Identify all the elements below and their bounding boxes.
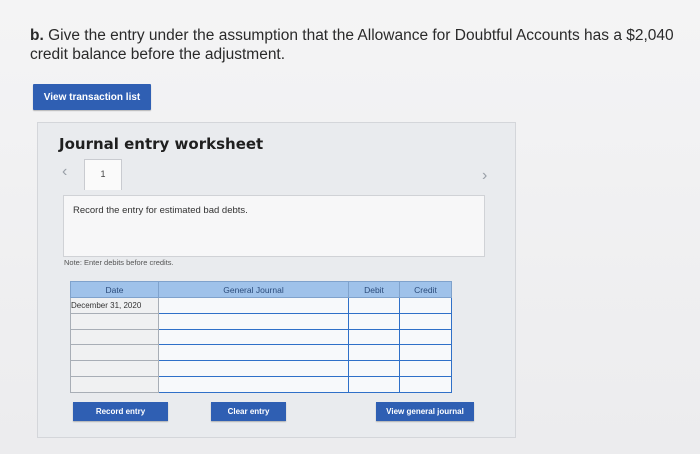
chevron-right-icon[interactable]: ›	[482, 167, 496, 185]
table-row	[70, 328, 452, 346]
account-input[interactable]	[158, 328, 349, 346]
question-text: b. Give the entry under the assumption t…	[30, 26, 685, 64]
account-input[interactable]	[158, 344, 349, 362]
table-row	[70, 312, 452, 330]
record-entry-button[interactable]: Record entry	[73, 402, 168, 421]
date-cell	[70, 376, 159, 393]
question-body: Give the entry under the assumption that…	[30, 27, 674, 63]
account-input[interactable]	[158, 297, 349, 314]
debit-input[interactable]	[348, 328, 400, 346]
credit-input[interactable]	[399, 328, 452, 346]
credit-input[interactable]	[399, 297, 452, 314]
date-cell	[70, 360, 159, 378]
table-row	[70, 376, 452, 393]
tab-entry-1[interactable]: 1	[84, 159, 122, 190]
chevron-left-icon[interactable]: ‹	[62, 163, 76, 181]
debit-input[interactable]	[348, 312, 400, 330]
credit-input[interactable]	[399, 360, 452, 378]
date-cell	[70, 312, 159, 330]
clear-entry-button[interactable]: Clear entry	[211, 402, 286, 421]
question-label: b.	[30, 27, 44, 44]
account-input[interactable]	[158, 312, 349, 330]
debit-input[interactable]	[348, 376, 400, 393]
instruction-text: Record the entry for estimated bad debts…	[73, 205, 248, 216]
date-cell	[70, 344, 159, 362]
debit-input[interactable]	[348, 297, 400, 314]
header-date: Date	[70, 281, 159, 298]
journal-entry-worksheet: Journal entry worksheet ‹ 1 › Record the…	[37, 122, 516, 438]
table-row	[70, 344, 452, 362]
worksheet-title: Journal entry worksheet	[59, 135, 264, 153]
view-transaction-list-button[interactable]: View transaction list	[33, 84, 151, 110]
credit-input[interactable]	[399, 376, 452, 393]
header-credit: Credit	[399, 281, 452, 298]
debit-input[interactable]	[348, 360, 400, 378]
account-input[interactable]	[158, 376, 349, 393]
header-general-journal: General Journal	[158, 281, 349, 298]
journal-table: Date General Journal Debit Credit Decemb…	[70, 281, 452, 393]
credit-input[interactable]	[399, 312, 452, 330]
date-cell	[70, 328, 159, 346]
table-row: December 31, 2020	[70, 297, 452, 314]
note-text: Note: Enter debits before credits.	[64, 258, 174, 267]
header-debit: Debit	[348, 281, 400, 298]
instruction-box: Record the entry for estimated bad debts…	[63, 195, 485, 257]
view-general-journal-button[interactable]: View general journal	[376, 402, 474, 421]
debit-input[interactable]	[348, 344, 400, 362]
table-row	[70, 360, 452, 378]
date-cell[interactable]: December 31, 2020	[70, 297, 159, 314]
journal-header-row: Date General Journal Debit Credit	[70, 281, 452, 298]
credit-input[interactable]	[399, 344, 452, 362]
account-input[interactable]	[158, 360, 349, 378]
